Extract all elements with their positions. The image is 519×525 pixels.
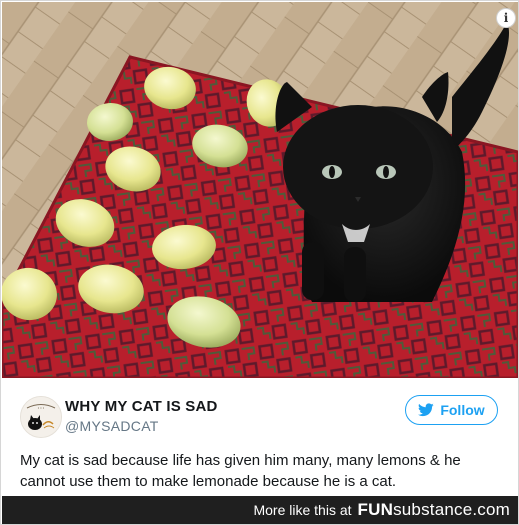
info-glyph: i xyxy=(503,11,509,25)
cat-lemons-photo: i xyxy=(2,2,518,378)
footer-more-text: More like this at xyxy=(253,502,352,518)
funsubstance-logo[interactable]: FUNsubstance.com xyxy=(358,500,510,520)
post-frame: i • • • WHY MY CAT IS SAD @MYSADCAT Foll… xyxy=(0,0,519,525)
svg-text:• • •: • • • xyxy=(38,405,45,410)
avatar[interactable]: • • • xyxy=(20,396,62,438)
follow-label: Follow xyxy=(440,402,485,418)
brand-tld: .com xyxy=(472,500,510,519)
follow-button[interactable]: Follow xyxy=(405,395,498,425)
author-handle[interactable]: @MYSADCAT xyxy=(65,418,159,434)
brand-fun: FUN xyxy=(357,500,394,519)
info-icon[interactable]: i xyxy=(496,8,516,28)
twitter-bird-icon xyxy=(418,403,435,417)
footer-bar[interactable]: More like this at FUNsubstance.com xyxy=(2,496,518,524)
author-name[interactable]: WHY MY CAT IS SAD xyxy=(65,398,218,415)
tweet-text: My cat is sad because life has given him… xyxy=(20,452,461,490)
cat-avatar-icon: • • • xyxy=(21,397,61,437)
tweet-card: • • • WHY MY CAT IS SAD @MYSADCAT Follow… xyxy=(2,379,518,493)
brand-substance: substance xyxy=(393,500,473,519)
